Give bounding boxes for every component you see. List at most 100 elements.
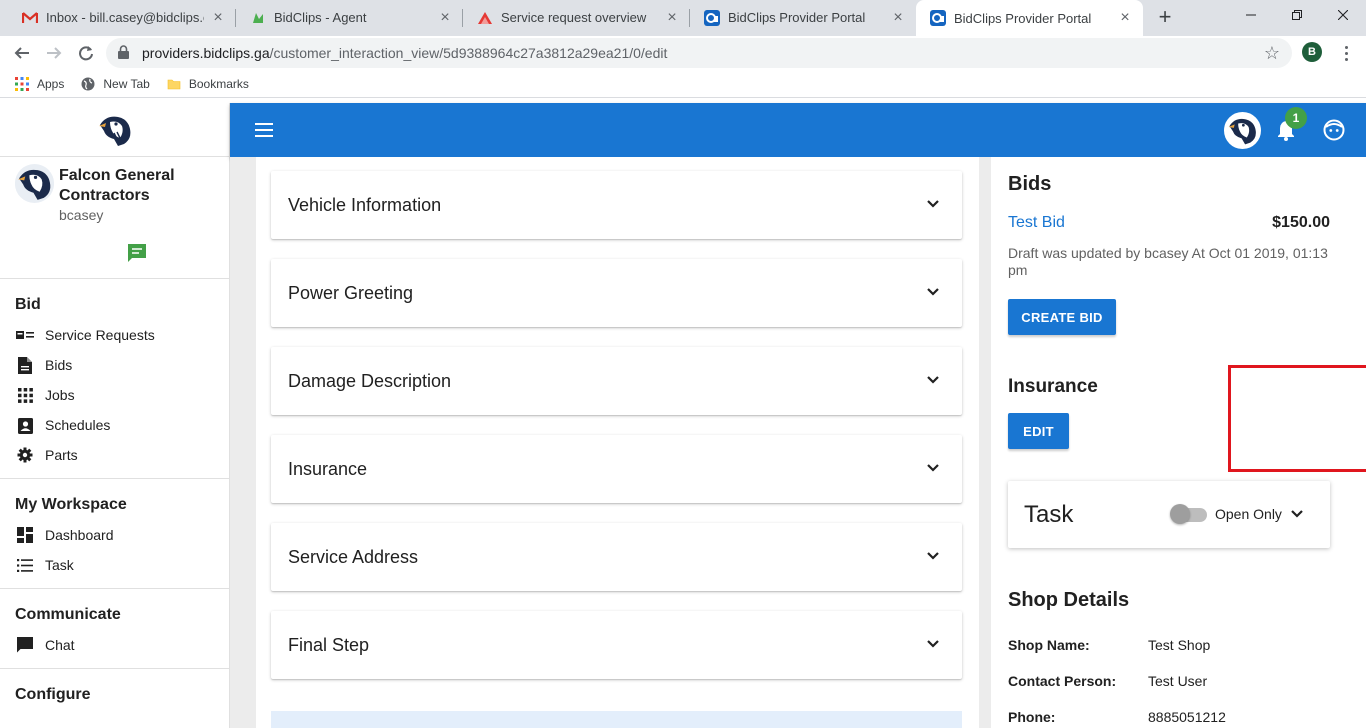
sidebar-item-label: Schedules — [45, 417, 111, 433]
right-panel: Bids Test Bid $150.00 Draft was updated … — [991, 157, 1366, 728]
reload-icon[interactable] — [74, 41, 98, 65]
apps-grid-icon — [14, 76, 30, 92]
sidebar-item-task[interactable]: Task — [0, 550, 229, 580]
tab-title: Service request overview — [501, 10, 647, 25]
service-request-icon — [477, 10, 493, 26]
sidebar-item-label: Jobs — [45, 387, 75, 403]
sidebar-item-label: Parts — [45, 447, 78, 463]
forward-arrow-icon[interactable] — [42, 41, 66, 65]
shop-name-label: Shop Name: — [1008, 637, 1090, 653]
open-only-label: Open Only — [1215, 506, 1282, 522]
sidebar-user-card: Falcon General Contractors bcasey — [0, 157, 229, 279]
section-configure-title: Configure — [15, 686, 91, 703]
close-icon[interactable]: × — [664, 9, 680, 27]
close-icon[interactable]: × — [1117, 9, 1133, 27]
app-top-bar: 1 — [230, 103, 1366, 157]
accordion-label: Power Greeting — [288, 283, 414, 303]
minimize-button[interactable] — [1228, 0, 1274, 30]
draft-note: Draft was updated by bcasey At Oct 01 20… — [1008, 245, 1328, 278]
sidebar-item-jobs[interactable]: Jobs — [0, 380, 229, 410]
phone-value: 8885051212 — [1148, 709, 1226, 725]
chevron-down-icon — [924, 635, 942, 653]
close-icon[interactable]: × — [437, 9, 453, 27]
bookmark-label: Apps — [37, 76, 65, 91]
accordion-power-greeting[interactable]: Power Greeting — [271, 259, 962, 327]
bid-amount: $150.00 — [1272, 214, 1330, 231]
close-icon[interactable]: × — [890, 9, 906, 27]
service-requests-icon — [16, 326, 34, 344]
insurance-edit-button[interactable]: EDIT — [1008, 413, 1069, 449]
bookmark-label: Bookmarks — [188, 76, 249, 91]
create-bid-button[interactable]: CREATE BID — [1008, 299, 1116, 335]
face-icon[interactable] — [1323, 119, 1345, 141]
chevron-down-icon — [924, 195, 942, 213]
phone-label: Phone: — [1008, 709, 1056, 725]
sidebar-item-dashboard[interactable]: Dashboard — [0, 520, 229, 550]
tab-provider-portal-active[interactable]: BidClips Provider Portal × — [916, 0, 1143, 36]
profile-avatar[interactable]: B — [1302, 42, 1322, 62]
accordion-service-address[interactable]: Service Address — [271, 523, 962, 591]
bidclips-agent-icon — [250, 10, 266, 26]
insurance-title: Insurance — [1008, 376, 1098, 397]
shop-name-link[interactable]: Test Shop — [1148, 637, 1210, 653]
restore-button[interactable] — [1274, 0, 1320, 30]
accordion-label: Insurance — [288, 459, 368, 479]
accordion-damage-description[interactable]: Damage Description — [271, 347, 962, 415]
main-panel: Vehicle Information Power Greeting Damag… — [256, 157, 979, 728]
bookmark-folder[interactable]: Bookmarks — [166, 76, 249, 92]
hamburger-menu-icon[interactable] — [255, 123, 273, 137]
chevron-down-icon — [924, 459, 942, 477]
list-icon — [16, 556, 34, 574]
contact-calendar-icon — [16, 416, 34, 434]
portal-icon — [930, 10, 946, 26]
user-avatar[interactable] — [1224, 112, 1261, 149]
section-communicate-title: Communicate — [15, 606, 121, 623]
sidebar-item-label: Dashboard — [45, 527, 114, 543]
url-host: providers.bidclips.ga — [142, 45, 270, 61]
accordion-vehicle-information[interactable]: Vehicle Information — [271, 171, 962, 239]
url-field[interactable]: providers.bidclips.ga/customer_interacti… — [106, 38, 1292, 68]
bookmark-apps[interactable]: Apps — [14, 76, 64, 92]
bookmarks-bar: Apps New Tab Bookmarks — [0, 70, 1366, 98]
company-avatar[interactable] — [15, 164, 54, 203]
accordion-final-step[interactable]: Final Step — [271, 611, 962, 679]
browser-tab-strip: Inbox - bill.casey@bidclips.com × BidCli… — [0, 0, 1366, 36]
accordion-insurance[interactable]: Insurance — [271, 435, 962, 503]
content-area: Vehicle Information Power Greeting Damag… — [230, 157, 1366, 728]
new-tab-button[interactable]: + — [1153, 6, 1177, 28]
close-window-button[interactable] — [1320, 0, 1366, 30]
tab-service-request[interactable]: Service request overview × — [463, 0, 690, 35]
bookmark-new-tab[interactable]: New Tab — [80, 76, 150, 92]
chat-icon — [16, 636, 34, 654]
bid-link[interactable]: Test Bid — [1008, 214, 1065, 232]
task-title: Task — [1024, 501, 1074, 528]
sidebar-item-label: Bids — [45, 357, 73, 373]
tab-bidclips-agent[interactable]: BidClips - Agent × — [236, 0, 463, 35]
shop-details-title: Shop Details — [1008, 589, 1130, 611]
sidebar-logo[interactable] — [0, 103, 229, 157]
contact-person-label: Contact Person: — [1008, 673, 1117, 689]
tab-title: BidClips Provider Portal — [954, 10, 1092, 26]
tab-gmail[interactable]: Inbox - bill.casey@bidclips.com × — [8, 0, 236, 35]
sidebar-item-parts[interactable]: Parts — [0, 440, 229, 470]
username: bcasey — [59, 207, 104, 223]
lock-icon — [118, 44, 132, 62]
falcon-logo-icon — [98, 116, 130, 146]
accordion-label: Service Address — [288, 547, 419, 567]
gmail-icon — [22, 10, 38, 26]
toggle-knob[interactable] — [1170, 504, 1190, 524]
chevron-down-icon[interactable] — [1288, 505, 1306, 523]
sidebar-item-label: Service Requests — [45, 327, 155, 343]
sidebar-item-service-requests[interactable]: Service Requests — [0, 320, 229, 350]
tab-provider-portal[interactable]: BidClips Provider Portal × — [690, 0, 916, 35]
sidebar-item-bids[interactable]: Bids — [0, 350, 229, 380]
message-icon[interactable] — [127, 243, 147, 263]
close-icon[interactable]: × — [210, 9, 226, 27]
sidebar-item-chat[interactable]: Chat — [0, 630, 229, 660]
sidebar: Falcon General Contractors bcasey Bid Se… — [0, 103, 230, 728]
sidebar-item-schedules[interactable]: Schedules — [0, 410, 229, 440]
browser-menu-icon[interactable] — [1336, 42, 1356, 64]
star-icon[interactable]: ☆ — [1264, 43, 1280, 64]
back-arrow-icon[interactable] — [10, 41, 34, 65]
bids-title: Bids — [1008, 173, 1052, 195]
